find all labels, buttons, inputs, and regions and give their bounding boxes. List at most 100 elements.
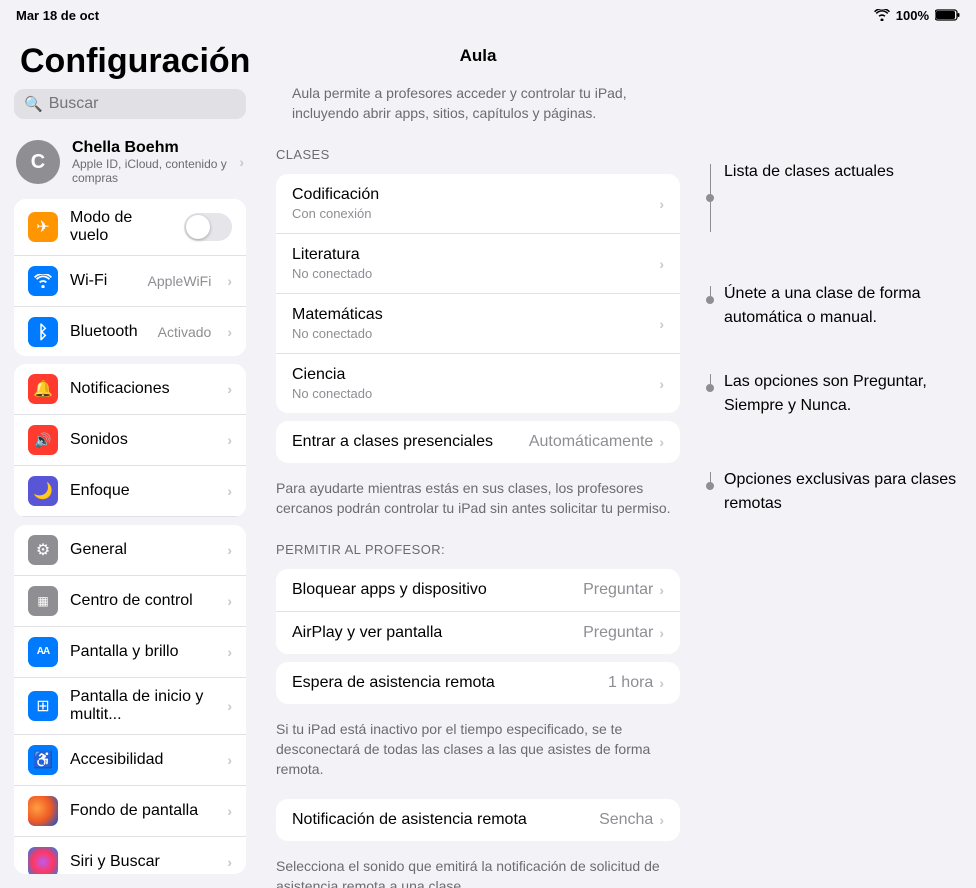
block-apps-title: Bloquear apps y dispositivo — [292, 581, 583, 599]
annotation-line-3 — [706, 374, 714, 392]
wallpaper-icon — [28, 796, 58, 826]
sidebar-item-flight-mode[interactable]: ✈ Modo de vuelo — [14, 199, 246, 256]
class-status-ciencia: No conectado — [292, 386, 659, 401]
flight-mode-toggle[interactable] — [184, 213, 232, 241]
chevron-icon: › — [659, 675, 664, 691]
sidebar-item-siri[interactable]: Siri y Buscar › — [14, 837, 246, 874]
sidebar-item-wifi[interactable]: Wi-Fi AppleWiFi › — [14, 256, 246, 307]
join-class-text: Entrar a clases presenciales — [292, 433, 529, 451]
avatar: C — [16, 140, 60, 184]
remote-help-text: Espera de asistencia remota — [292, 674, 608, 692]
accessibility-label: Accesibilidad — [70, 751, 215, 769]
chevron-icon: › — [227, 752, 232, 768]
sidebar-section-general: ⚙ General › ▦ Centro de control › AA Pan… — [14, 525, 246, 874]
chevron-icon: › — [227, 273, 232, 289]
annotations-panel: Lista de clases actuales Únete a una cla… — [696, 30, 976, 888]
block-apps-row[interactable]: Bloquear apps y dispositivo Preguntar › — [276, 569, 680, 612]
battery-percent: 100% — [896, 8, 929, 23]
join-class-row[interactable]: Entrar a clases presenciales Automáticam… — [276, 421, 680, 463]
remote-help-desc: Si tu iPad está inactivo por el tiempo e… — [260, 712, 696, 791]
sidebar-item-accessibility[interactable]: ♿ Accesibilidad › — [14, 735, 246, 786]
remote-notif-desc: Selecciona el sonido que emitirá la noti… — [260, 849, 696, 888]
class-title-ciencia: Ciencia — [292, 366, 659, 384]
class-text-matematicas: Matemáticas No conectado — [292, 306, 659, 341]
sidebar-item-sounds[interactable]: 🔊 Sonidos › — [14, 415, 246, 466]
annotation-text-remote: Opciones exclusivas para clases remotas — [724, 468, 966, 516]
sidebar-item-notifications[interactable]: 🔔 Notificaciones › — [14, 364, 246, 415]
permit-label: PERMITIR AL PROFESOR: — [260, 530, 696, 561]
bluetooth-label: Bluetooth — [70, 323, 146, 341]
line-2-top — [710, 286, 711, 296]
display-label: Pantalla y brillo — [70, 643, 215, 661]
sidebar: Configuración 🔍 🎤 C Chella Boehm Apple I… — [0, 30, 260, 888]
profile-subtitle: Apple ID, iCloud, contenido y compras — [72, 157, 227, 185]
chevron-icon: › — [227, 432, 232, 448]
remote-help-section: Espera de asistencia remota 1 hora › — [276, 662, 680, 704]
chevron-icon: › — [659, 812, 664, 828]
sidebar-item-control-center[interactable]: ▦ Centro de control › — [14, 576, 246, 627]
sidebar-item-wallpaper[interactable]: Fondo de pantalla › — [14, 786, 246, 837]
remote-notif-row[interactable]: Notificación de asistencia remota Sencha… — [276, 799, 680, 841]
permissions-section: Bloquear apps y dispositivo Preguntar › … — [276, 569, 680, 654]
annotation-options: Las opciones son Preguntar, Siempre y Nu… — [706, 370, 966, 418]
sidebar-item-bluetooth[interactable]: ᛒ Bluetooth Activado › — [14, 307, 246, 356]
airplay-value: Preguntar — [583, 624, 653, 642]
chevron-icon: › — [227, 803, 232, 819]
status-bar: Mar 18 de oct 100% — [0, 0, 976, 30]
search-bar[interactable]: 🔍 🎤 — [14, 89, 246, 119]
sounds-label: Sonidos — [70, 431, 215, 449]
classes-section: Codificación Con conexión › Literatura N… — [276, 174, 680, 413]
flight-mode-label: Modo de vuelo — [70, 209, 172, 245]
sidebar-item-display[interactable]: AA Pantalla y brillo › — [14, 627, 246, 678]
wifi-value: AppleWiFi — [148, 273, 212, 289]
wallpaper-label: Fondo de pantalla — [70, 802, 215, 820]
sidebar-item-general[interactable]: ⚙ General › — [14, 525, 246, 576]
chevron-icon: › — [227, 644, 232, 660]
bluetooth-value: Activado — [158, 324, 212, 340]
class-row-literatura[interactable]: Literatura No conectado › — [276, 234, 680, 294]
general-label: General — [70, 541, 215, 559]
class-row-ciencia[interactable]: Ciencia No conectado › — [276, 354, 680, 413]
accessibility-icon: ♿ — [28, 745, 58, 775]
display-icon: AA — [28, 637, 58, 667]
sidebar-item-focus[interactable]: 🌙 Enfoque › — [14, 466, 246, 517]
join-class-desc: Para ayudarte mientras estás en sus clas… — [260, 471, 696, 530]
dot-1 — [706, 194, 714, 202]
join-class-section: Entrar a clases presenciales Automáticam… — [276, 421, 680, 463]
class-status-literatura: No conectado — [292, 266, 659, 281]
home-screen-icon: ⊞ — [28, 691, 58, 721]
chevron-icon: › — [227, 854, 232, 870]
class-row-matematicas[interactable]: Matemáticas No conectado › — [276, 294, 680, 354]
search-icon: 🔍 — [24, 95, 43, 113]
toggle-knob — [186, 215, 210, 239]
annotation-text-options: Las opciones son Preguntar, Siempre y Nu… — [724, 370, 966, 418]
chevron-icon: › — [659, 582, 664, 598]
remote-help-row[interactable]: Espera de asistencia remota 1 hora › — [276, 662, 680, 704]
notifications-label: Notificaciones — [70, 380, 215, 398]
search-input[interactable] — [49, 95, 256, 113]
class-text-literatura: Literatura No conectado — [292, 246, 659, 281]
class-text-ciencia: Ciencia No conectado — [292, 366, 659, 401]
class-text-codificacion: Codificación Con conexión — [292, 186, 659, 221]
class-row-codificacion[interactable]: Codificación Con conexión › — [276, 174, 680, 234]
status-right: 100% — [874, 8, 960, 23]
annotation-line-2 — [706, 286, 714, 304]
chevron-icon: › — [227, 483, 232, 499]
sidebar-item-home-screen[interactable]: ⊞ Pantalla de inicio y multit... › — [14, 678, 246, 735]
chevron-icon: › — [659, 376, 664, 392]
siri-icon — [28, 847, 58, 874]
join-class-title: Entrar a clases presenciales — [292, 433, 529, 451]
airplay-row[interactable]: AirPlay y ver pantalla Preguntar › — [276, 612, 680, 654]
profile-item[interactable]: C Chella Boehm Apple ID, iCloud, conteni… — [0, 129, 260, 195]
annotation-text-classes: Lista de clases actuales — [724, 160, 894, 184]
focus-icon: 🌙 — [28, 476, 58, 506]
content-title: Aula — [260, 30, 696, 76]
remote-notif-text: Notificación de asistencia remota — [292, 811, 599, 829]
remote-notif-value: Sencha — [599, 811, 653, 829]
wifi-label: Wi-Fi — [70, 272, 136, 290]
focus-label: Enfoque — [70, 482, 215, 500]
remote-help-title: Espera de asistencia remota — [292, 674, 608, 692]
chevron-icon: › — [239, 154, 244, 170]
chevron-icon: › — [227, 381, 232, 397]
remote-help-value: 1 hora — [608, 674, 653, 692]
